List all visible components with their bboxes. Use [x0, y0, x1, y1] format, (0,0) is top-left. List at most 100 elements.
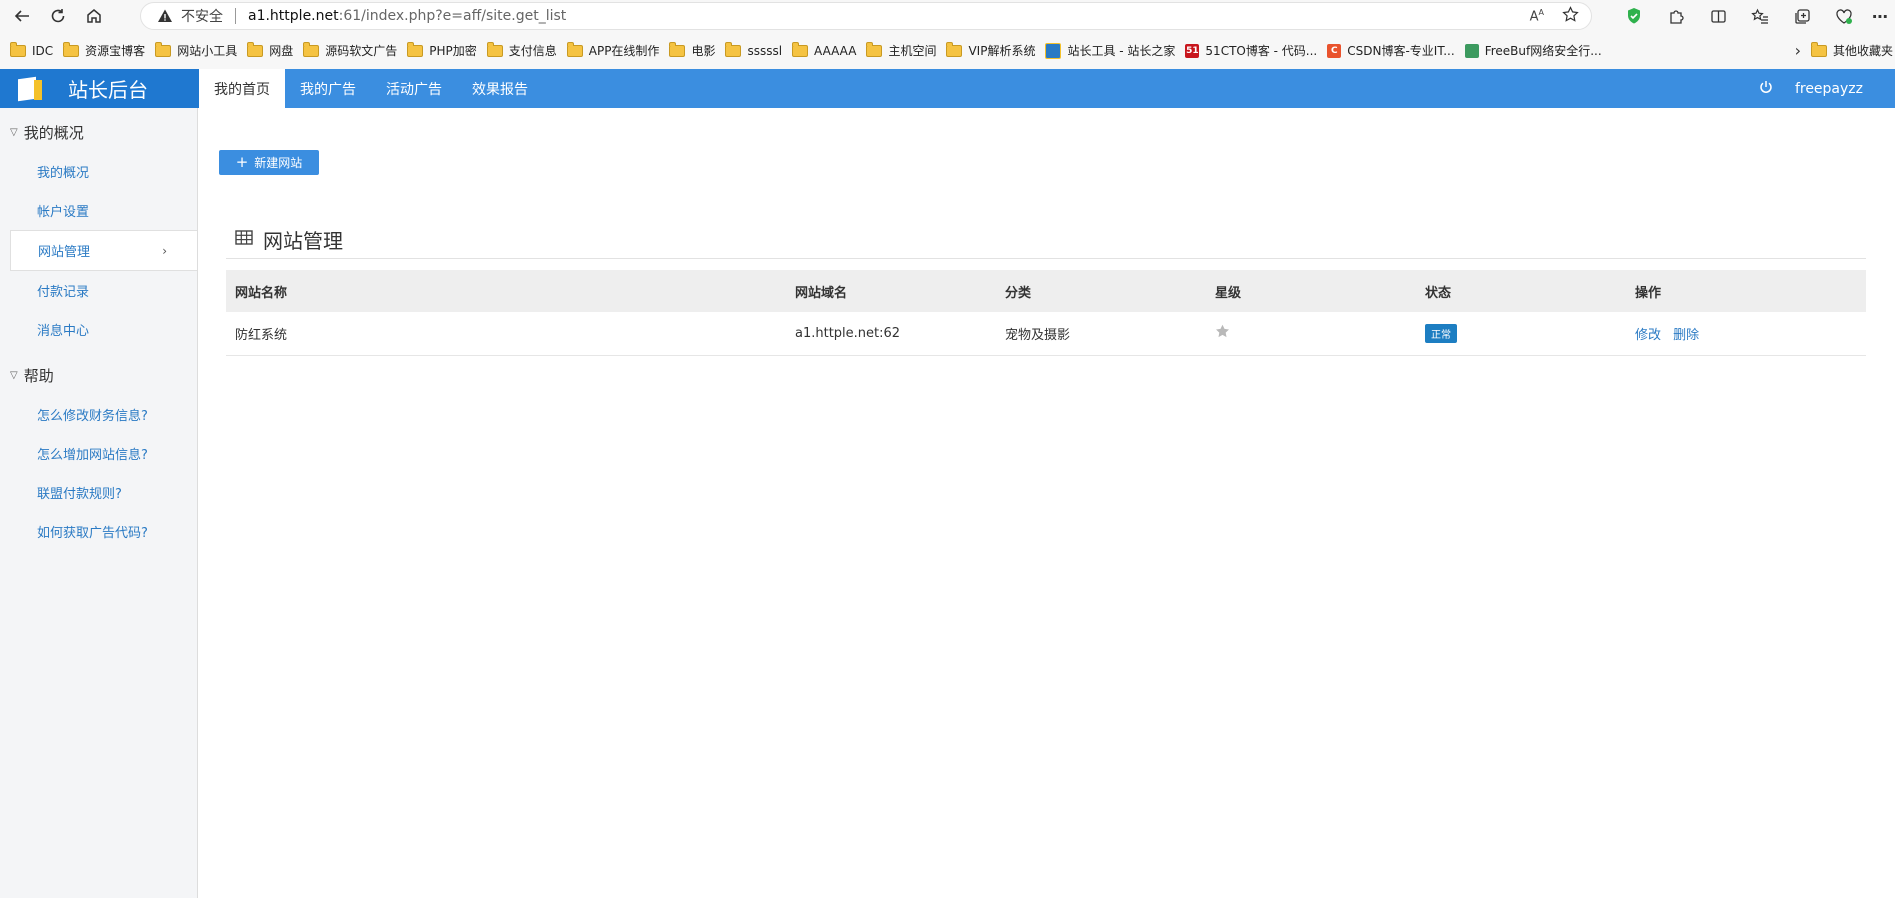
sidebar-item-help-payment-rules[interactable]: 联盟付款规则?: [0, 473, 197, 512]
chinaz-icon: [1045, 42, 1062, 59]
tab-my-ads[interactable]: 我的广告: [285, 69, 371, 108]
sidebar-item-help-ad-code[interactable]: 如何获取广告代码?: [0, 512, 197, 551]
bookmark-folder[interactable]: 资源宝博客: [63, 41, 145, 59]
folder-icon: [247, 41, 264, 57]
home-icon[interactable]: [76, 0, 112, 32]
csdn-icon: C: [1327, 43, 1342, 58]
column-header-site-name[interactable]: 网站名称: [226, 270, 786, 312]
back-icon[interactable]: [4, 0, 40, 32]
favorite-star-icon[interactable]: [1562, 5, 1579, 27]
tab-home[interactable]: 我的首页: [199, 69, 285, 108]
username[interactable]: freepayzz: [1795, 81, 1863, 97]
favorites-list-icon[interactable]: [1739, 0, 1781, 32]
cell-category: 宠物及摄影: [996, 312, 1206, 356]
folder-icon: [407, 41, 424, 57]
logo-title: 站长后台: [68, 78, 148, 102]
folder-icon: [792, 41, 809, 57]
bookmark-folder[interactable]: PHP加密: [407, 41, 477, 59]
sidebar-group-overview[interactable]: ▽ 我的概况: [0, 112, 197, 152]
folder-icon: [155, 41, 172, 57]
logo-icon: [18, 76, 42, 101]
column-header-status[interactable]: 状态: [1416, 270, 1626, 312]
bookmark-site[interactable]: 51 51CTO博客 - 代码...: [1185, 42, 1317, 59]
bookmark-folder[interactable]: APP在线制作: [566, 41, 659, 59]
folder-icon: [866, 41, 883, 57]
folder-icon: [1810, 41, 1827, 57]
cell-site-name: 防红系统: [226, 312, 786, 356]
tab-performance-report[interactable]: 效果报告: [457, 69, 543, 108]
sidebar-item-help-add-site[interactable]: 怎么增加网站信息?: [0, 434, 197, 473]
column-header-rating[interactable]: 星级: [1206, 270, 1416, 312]
power-icon[interactable]: [1759, 80, 1773, 98]
browser-essentials-icon[interactable]: [1823, 0, 1865, 32]
bookmark-site[interactable]: FreeBuf网络安全行...: [1464, 42, 1602, 59]
table-header-row: 网站名称 网站域名 分类 星级 状态 操作: [226, 270, 1866, 312]
bookmark-idc[interactable]: IDC: [10, 41, 53, 58]
folder-icon: [63, 41, 80, 57]
cell-domain: a1.httple.net:62: [786, 312, 996, 356]
warning-icon[interactable]: [157, 8, 173, 24]
sidebar-item-payment-records[interactable]: 付款记录: [0, 271, 197, 310]
read-aloud-icon[interactable]: AA: [1530, 8, 1544, 24]
bookmark-folder[interactable]: 电影: [669, 41, 715, 59]
table-icon: [235, 229, 253, 249]
section-header: 网站管理: [226, 220, 1866, 259]
sites-table: 网站名称 网站域名 分类 星级 状态 操作 防红系统 a1.httple.net…: [226, 270, 1866, 356]
more-options-icon[interactable]: ⋯: [1865, 0, 1895, 32]
folder-icon: [669, 41, 686, 57]
freebuf-icon: [1464, 43, 1479, 58]
edit-link[interactable]: 修改: [1635, 328, 1661, 343]
bookmark-site[interactable]: 站长工具 - 站长之家: [1045, 42, 1175, 59]
extensions-puzzle-icon[interactable]: [1655, 0, 1697, 32]
tab-campaign-ads[interactable]: 活动广告: [371, 69, 457, 108]
sidebar: ▽ 我的概况 我的概况 帐户设置 网站管理 › 付款记录 消息中心 ▽ 帮助 怎么修改…: [0, 108, 198, 898]
logo[interactable]: 站长后台: [0, 69, 199, 108]
star-icon: [1215, 324, 1230, 343]
bookmark-other-favorites[interactable]: 其他收藏夹: [1810, 41, 1893, 59]
refresh-icon[interactable]: [40, 0, 76, 32]
cell-status: 正常: [1416, 312, 1626, 356]
bookmark-folder[interactable]: 主机空间: [866, 41, 936, 59]
cell-actions: 修改 删除: [1626, 312, 1866, 356]
plus-icon: +: [235, 153, 249, 171]
bookmark-folder[interactable]: sssssl: [725, 41, 782, 58]
bookmark-folder[interactable]: AAAAA: [792, 41, 856, 58]
insecure-label: 不安全: [181, 9, 223, 25]
column-header-domain[interactable]: 网站域名: [786, 270, 996, 312]
bookmark-folder[interactable]: 源码软文广告: [303, 41, 397, 59]
url-text[interactable]: a1.httple.net:61/index.php?e=aff/site.ge…: [248, 8, 566, 24]
folder-icon: [725, 41, 742, 57]
folder-icon: [10, 41, 26, 57]
user-area: freepayzz: [1759, 69, 1863, 108]
bookmark-site[interactable]: C CSDN博客-专业IT...: [1327, 42, 1455, 59]
collections-icon[interactable]: [1781, 0, 1823, 32]
51cto-icon: 51: [1185, 43, 1200, 58]
chevron-right-icon[interactable]: ›: [1795, 41, 1801, 60]
delete-link[interactable]: 删除: [1673, 328, 1699, 343]
column-header-category[interactable]: 分类: [996, 270, 1206, 312]
bookmark-folder[interactable]: VIP解析系统: [946, 41, 1035, 59]
sidebar-item-account-settings[interactable]: 帐户设置: [0, 191, 197, 230]
sidebar-item-overview[interactable]: 我的概况: [0, 152, 197, 191]
folder-icon: [303, 41, 320, 57]
new-site-button[interactable]: + 新建网站: [219, 150, 319, 175]
shield-extension-icon[interactable]: [1613, 0, 1655, 32]
bookmark-folder[interactable]: 网盘: [247, 41, 293, 59]
sidebar-item-message-center[interactable]: 消息中心: [0, 310, 197, 349]
browser-toolbar: 不安全 a1.httple.net:61/index.php?e=aff/sit…: [0, 0, 1895, 32]
bookmark-folder[interactable]: 支付信息: [486, 41, 557, 59]
address-bar[interactable]: 不安全 a1.httple.net:61/index.php?e=aff/sit…: [140, 2, 1592, 30]
chevron-down-icon: ▽: [10, 126, 18, 138]
folder-icon: [566, 41, 583, 57]
app-header: 站长后台 我的首页 我的广告 活动广告 效果报告 freepayzz: [0, 69, 1895, 108]
sidebar-group-help[interactable]: ▽ 帮助: [0, 355, 197, 395]
chevron-down-icon: ▽: [10, 369, 18, 381]
table-row: 防红系统 a1.httple.net:62 宠物及摄影 正常 修改 删除: [226, 312, 1866, 356]
folder-icon: [486, 41, 503, 57]
bookmark-folder[interactable]: 网站小工具: [155, 41, 237, 59]
split-screen-icon[interactable]: [1697, 0, 1739, 32]
column-header-actions[interactable]: 操作: [1626, 270, 1866, 312]
sidebar-item-help-finance[interactable]: 怎么修改财务信息?: [0, 395, 197, 434]
sidebar-item-site-management[interactable]: 网站管理 ›: [10, 230, 197, 271]
top-navigation: 我的首页 我的广告 活动广告 效果报告: [199, 69, 543, 108]
